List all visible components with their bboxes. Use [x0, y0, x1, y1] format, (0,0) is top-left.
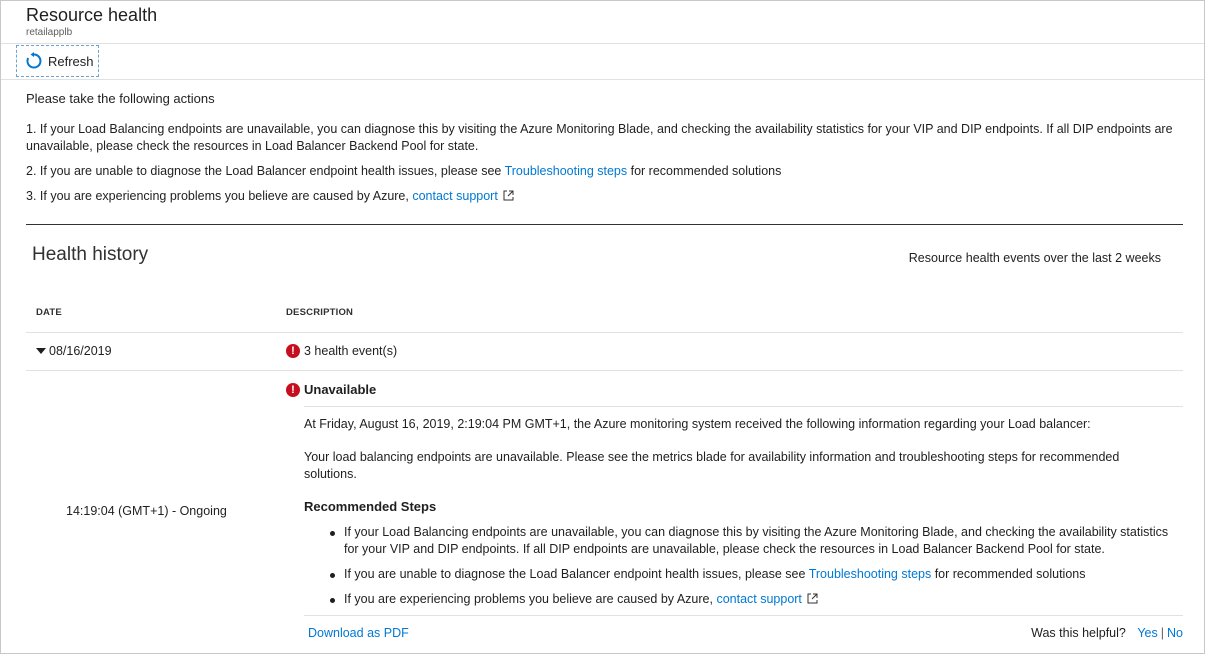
step-text: If you are unable to diagnose the Load B… — [344, 567, 809, 581]
action-item-2-suffix: for recommended solutions — [627, 164, 782, 178]
column-header-description[interactable]: DESCRIPTION — [286, 307, 353, 318]
contact-support-link[interactable]: contact support — [412, 189, 497, 203]
refresh-icon — [26, 52, 42, 69]
feedback-label: Was this helpful? — [1031, 626, 1126, 640]
refresh-button[interactable]: Refresh — [16, 45, 99, 77]
event-time: 14:19:04 (GMT+1) - Ongoing — [66, 504, 227, 518]
row-divider — [26, 370, 1183, 371]
event-body: Your load balancing endpoints are unavai… — [304, 450, 1120, 481]
event-status-text: Unavailable — [304, 382, 377, 397]
caret-down-icon — [36, 348, 46, 354]
action-item-3-text: 3. If you are experiencing problems you … — [26, 189, 413, 203]
event-summary-text: 3 health event(s) — [304, 344, 398, 358]
header-divider — [1, 43, 1204, 44]
event-message: At Friday, August 16, 2019, 2:19:04 PM G… — [304, 417, 1091, 431]
refresh-label: Refresh — [48, 53, 94, 69]
error-icon: ! — [286, 382, 300, 397]
step-text: If you are experiencing problems you bel… — [344, 592, 717, 606]
troubleshooting-steps-link[interactable]: Troubleshooting steps — [809, 567, 932, 581]
health-history-note: Resource health events over the last 2 w… — [908, 251, 1161, 265]
column-header-date[interactable]: DATE — [36, 307, 62, 318]
page-title: Resource health — [26, 5, 158, 25]
recommended-step: If you are experiencing problems you bel… — [326, 591, 1176, 608]
recommended-step: If your Load Balancing endpoints are una… — [326, 524, 1176, 558]
health-history-title: Health history — [32, 244, 149, 265]
toolbar-divider — [1, 79, 1204, 80]
section-divider — [26, 224, 1183, 225]
event-summary: ! 3 health event(s) — [286, 344, 397, 358]
contact-support-link[interactable]: contact support — [716, 592, 801, 606]
recommended-step: If you are unable to diagnose the Load B… — [326, 566, 1176, 583]
detail-divider — [304, 406, 1183, 407]
feedback-prompt: Was this helpful? Yes | No — [1031, 626, 1183, 640]
recommended-steps-title: Recommended Steps — [304, 499, 437, 514]
action-item-2-text: 2. If you are unable to diagnose the Loa… — [26, 164, 505, 178]
event-date: 08/16/2019 — [49, 344, 112, 358]
download-pdf-link[interactable]: Download as PDF — [308, 626, 409, 640]
feedback-no-link[interactable]: No — [1167, 626, 1183, 640]
action-item-3: 3. If you are experiencing problems you … — [26, 188, 1176, 205]
step-suffix: for recommended solutions — [931, 567, 1086, 581]
header-row-divider — [26, 332, 1183, 333]
troubleshooting-steps-link[interactable]: Troubleshooting steps — [505, 164, 628, 178]
action-item-1: 1. If your Load Balancing endpoints are … — [26, 122, 1173, 153]
external-link-icon — [503, 190, 514, 201]
actions-intro: Please take the following actions — [26, 91, 215, 106]
error-icon: ! — [286, 344, 300, 358]
event-date-toggle[interactable]: 08/16/2019 — [36, 344, 112, 358]
resource-name: retailapplb — [26, 27, 73, 38]
recommended-steps-list: If your Load Balancing endpoints are una… — [326, 524, 1176, 616]
feedback-yes-link[interactable]: Yes — [1137, 626, 1157, 640]
feedback-separator: | — [1160, 626, 1165, 640]
footer-divider — [304, 615, 1183, 616]
external-link-icon — [807, 593, 818, 604]
event-status: ! Unavailable — [286, 382, 376, 397]
action-item-2: 2. If you are unable to diagnose the Loa… — [26, 163, 1176, 180]
